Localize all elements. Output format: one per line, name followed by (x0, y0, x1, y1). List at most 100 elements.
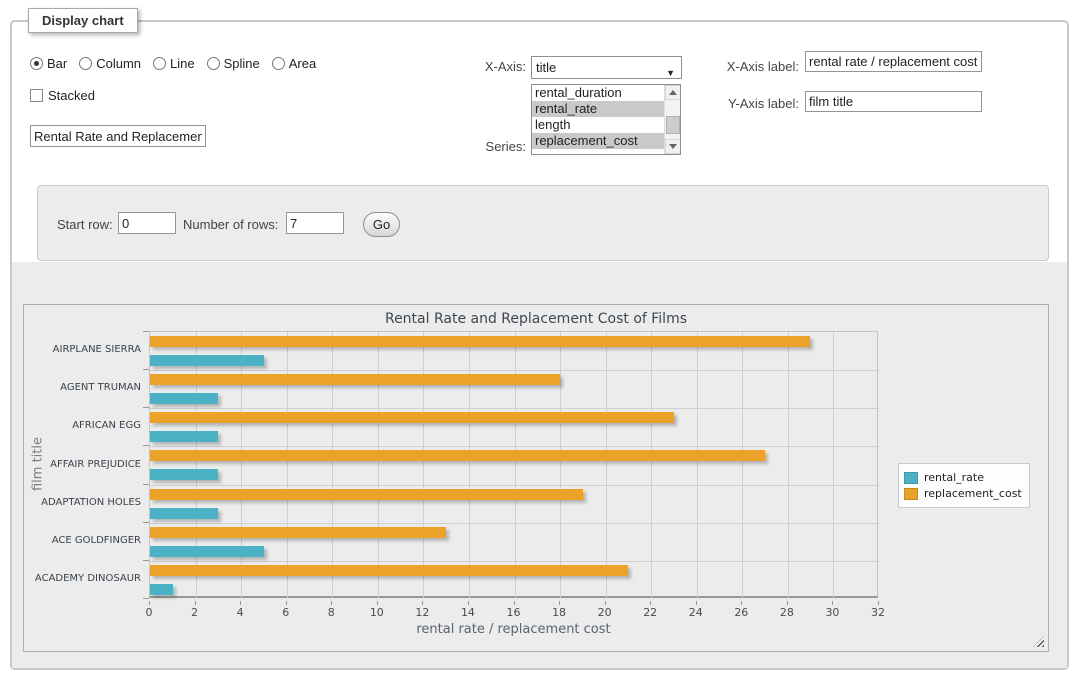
radio-option-column[interactable]: Column (79, 56, 141, 71)
gridline-horizontal (150, 370, 879, 371)
scrollbar-thumb[interactable] (666, 116, 680, 134)
legend-swatch-rental_rate (904, 472, 918, 484)
scroll-up-icon[interactable] (665, 85, 681, 100)
start-row-label: Start row: (57, 217, 113, 232)
x-axis-tick (240, 601, 241, 605)
radio-label-column: Column (96, 56, 141, 71)
x-axis-tick-label: 28 (780, 606, 794, 619)
radio-option-line[interactable]: Line (153, 56, 195, 71)
y-axis-tick (143, 445, 149, 446)
series-listbox[interactable]: rental_durationrental_ratelengthreplacem… (531, 84, 681, 155)
radio-label-spline: Spline (224, 56, 260, 71)
x-axis-label-label: X-Axis label: (699, 59, 799, 74)
x-axis-tick-label: 0 (146, 606, 153, 619)
gridline-vertical (606, 332, 607, 599)
category-label: ADAPTATION HOLES (24, 497, 141, 508)
legend-entry: rental_rate (904, 471, 1022, 484)
chart-x-axis-title: rental rate / replacement cost (149, 622, 878, 637)
x-axis-tick (149, 601, 150, 605)
x-axis-tick (422, 601, 423, 605)
chart-legend: rental_rate replacement_cost (898, 463, 1030, 508)
bar-rental-rate[interactable] (150, 355, 264, 366)
gridline-horizontal (150, 561, 879, 562)
bar-rental-rate[interactable] (150, 469, 218, 480)
legend-entry: replacement_cost (904, 487, 1022, 500)
stacked-checkbox[interactable] (30, 89, 43, 102)
bar-replacement-cost[interactable] (150, 527, 446, 538)
chart-title-input[interactable] (30, 125, 206, 147)
bar-replacement-cost[interactable] (150, 412, 674, 423)
x-axis-tick-label: 18 (552, 606, 566, 619)
bar-replacement-cost[interactable] (150, 565, 628, 576)
gridline-vertical (651, 332, 652, 599)
series-listbox-items: rental_durationrental_ratelengthreplacem… (532, 85, 680, 149)
category-label: AFRICAN EGG (24, 420, 141, 431)
gridline-vertical (742, 332, 743, 599)
gridline-horizontal (150, 408, 879, 409)
bar-rental-rate[interactable] (150, 584, 173, 595)
series-option-length[interactable]: length (532, 117, 664, 133)
scroll-down-icon[interactable] (665, 139, 681, 154)
x-axis-tick (331, 601, 332, 605)
bar-rental-rate[interactable] (150, 508, 218, 519)
x-axis-tick-label: 4 (237, 606, 244, 619)
bar-rental-rate[interactable] (150, 546, 264, 557)
x-axis-tick (377, 601, 378, 605)
gridline-vertical (697, 332, 698, 599)
bar-rental-rate[interactable] (150, 393, 218, 404)
chevron-down-icon: ▼ (666, 63, 675, 84)
row-params-box: Start row: Number of rows: Go (37, 185, 1049, 261)
x-axis-label-input[interactable] (805, 51, 982, 72)
gridline-vertical (560, 332, 561, 599)
x-axis-select[interactable]: title ▼ (531, 56, 682, 79)
x-axis-tick (878, 601, 879, 605)
series-option-rental_duration[interactable]: rental_duration (532, 85, 664, 101)
go-button[interactable]: Go (363, 212, 400, 237)
gridline-vertical (332, 332, 333, 599)
bar-replacement-cost[interactable] (150, 374, 560, 385)
gridline-horizontal (150, 446, 879, 447)
bar-replacement-cost[interactable] (150, 336, 810, 347)
y-axis-tick (143, 522, 149, 523)
series-option-rental_rate[interactable]: rental_rate (532, 101, 664, 117)
x-axis-tick-label: 26 (734, 606, 748, 619)
radio-spline-icon[interactable] (207, 57, 220, 70)
gridline-vertical (515, 332, 516, 599)
x-axis-tick (514, 601, 515, 605)
radio-area-icon[interactable] (272, 57, 285, 70)
y-axis-label-input[interactable] (805, 91, 982, 112)
stacked-option[interactable]: Stacked (30, 88, 95, 103)
series-select-label: Series: (426, 139, 526, 154)
radio-option-bar[interactable]: Bar (30, 56, 67, 71)
resize-handle-icon[interactable] (1033, 636, 1044, 647)
x-axis-tick-label: 20 (598, 606, 612, 619)
category-label: AGENT TRUMAN (24, 382, 141, 393)
legend-label-replacement_cost: replacement_cost (924, 487, 1022, 500)
series-option-replacement_cost[interactable]: replacement_cost (532, 133, 664, 149)
x-axis-tick (605, 601, 606, 605)
radio-line-icon[interactable] (153, 57, 166, 70)
radio-column-icon[interactable] (79, 57, 92, 70)
bar-replacement-cost[interactable] (150, 450, 765, 461)
series-listbox-scrollbar[interactable] (664, 85, 680, 154)
chart-type-radio-group: Bar Column Line Spline Area (30, 56, 316, 71)
radio-label-line: Line (170, 56, 195, 71)
radio-label-bar: Bar (47, 56, 67, 71)
radio-option-area[interactable]: Area (272, 56, 316, 71)
bar-replacement-cost[interactable] (150, 489, 583, 500)
y-axis-tick (143, 598, 149, 599)
y-axis-tick (143, 407, 149, 408)
number-of-rows-input[interactable] (286, 212, 344, 234)
legend-label-rental_rate: rental_rate (924, 471, 984, 484)
gridline-vertical (378, 332, 379, 599)
x-axis-tick-label: 2 (191, 606, 198, 619)
x-axis-tick (559, 601, 560, 605)
bar-rental-rate[interactable] (150, 431, 218, 442)
radio-option-spline[interactable]: Spline (207, 56, 260, 71)
category-label: AFFAIR PREJUDICE (24, 459, 141, 470)
radio-bar-icon[interactable] (30, 57, 43, 70)
gridline-horizontal (150, 485, 879, 486)
x-axis-tick-label: 30 (825, 606, 839, 619)
start-row-input[interactable] (118, 212, 176, 234)
x-axis-select-label: X-Axis: (426, 59, 526, 74)
